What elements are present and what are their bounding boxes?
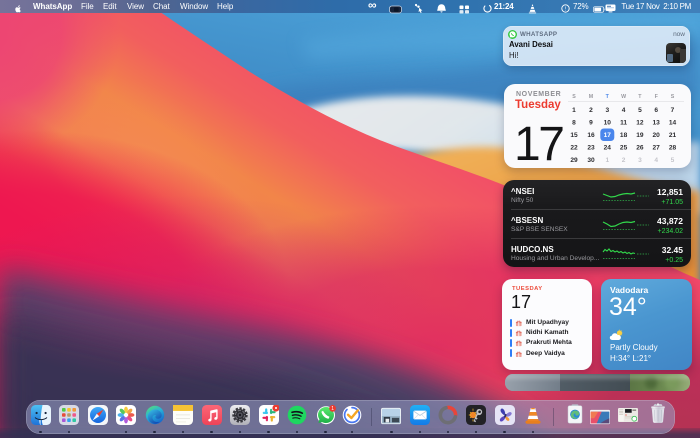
svg-text:21: 21 bbox=[669, 132, 677, 139]
svg-text:12: 12 bbox=[636, 119, 644, 126]
svg-text:28: 28 bbox=[669, 145, 677, 152]
svg-text:9: 9 bbox=[589, 119, 593, 126]
svg-text:23: 23 bbox=[587, 145, 595, 152]
svg-text:M: M bbox=[589, 94, 594, 100]
svg-text:5: 5 bbox=[671, 157, 675, 164]
svg-text:4: 4 bbox=[654, 157, 658, 164]
svg-text:20: 20 bbox=[653, 132, 661, 139]
svg-text:7: 7 bbox=[671, 107, 675, 114]
svg-text:26: 26 bbox=[636, 145, 644, 152]
svg-text:30: 30 bbox=[587, 157, 595, 164]
svg-text:27: 27 bbox=[653, 145, 661, 152]
svg-text:1: 1 bbox=[572, 107, 576, 114]
svg-text:2: 2 bbox=[589, 107, 593, 114]
svg-text:8: 8 bbox=[572, 119, 576, 126]
svg-text:18: 18 bbox=[620, 132, 628, 139]
svg-text:19: 19 bbox=[636, 132, 644, 139]
svg-text:W: W bbox=[621, 94, 626, 100]
svg-text:14: 14 bbox=[669, 119, 677, 126]
svg-text:15: 15 bbox=[570, 132, 578, 139]
svg-text:3: 3 bbox=[638, 157, 642, 164]
svg-text:5: 5 bbox=[638, 107, 642, 114]
svg-text:F: F bbox=[655, 94, 659, 100]
svg-text:25: 25 bbox=[620, 145, 628, 152]
svg-text:6: 6 bbox=[654, 107, 658, 114]
svg-text:4: 4 bbox=[622, 107, 626, 114]
svg-text:29: 29 bbox=[570, 157, 578, 164]
svg-text:T: T bbox=[606, 94, 610, 100]
svg-text:1: 1 bbox=[605, 157, 609, 164]
svg-text:!: ! bbox=[565, 6, 567, 12]
svg-text:S: S bbox=[671, 94, 675, 100]
svg-text:3: 3 bbox=[605, 107, 609, 114]
svg-text:T: T bbox=[638, 94, 642, 100]
svg-text:13: 13 bbox=[653, 119, 661, 126]
svg-text:2: 2 bbox=[622, 157, 626, 164]
svg-text:24: 24 bbox=[604, 145, 612, 152]
svg-text:17: 17 bbox=[604, 132, 612, 139]
svg-text:S: S bbox=[572, 94, 576, 100]
svg-text:22: 22 bbox=[570, 145, 578, 152]
svg-text:11: 11 bbox=[620, 119, 627, 126]
svg-text:10: 10 bbox=[604, 119, 612, 126]
svg-text:16: 16 bbox=[587, 132, 595, 139]
